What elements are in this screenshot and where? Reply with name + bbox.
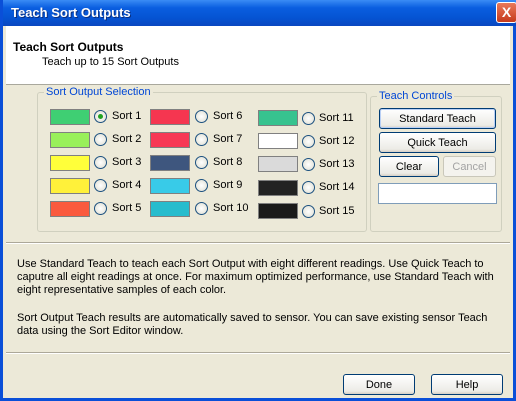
sort-8-label[interactable]: Sort 8	[213, 156, 242, 168]
header-title: Teach Sort Outputs	[13, 40, 124, 54]
sort-10-swatch	[150, 201, 190, 217]
sort-3-label[interactable]: Sort 3	[112, 156, 141, 168]
sort-13-radio[interactable]	[302, 158, 315, 171]
sort-4-label[interactable]: Sort 4	[112, 179, 141, 191]
sort-3-swatch	[50, 155, 90, 171]
sort-13-swatch	[258, 156, 298, 172]
lower-separator	[6, 352, 510, 354]
sort-8-radio[interactable]	[195, 156, 208, 169]
sort-6-label[interactable]: Sort 6	[213, 110, 242, 122]
sort-9-swatch	[150, 178, 190, 194]
sort-6-swatch	[150, 109, 190, 125]
sort-15-label[interactable]: Sort 15	[319, 205, 354, 217]
standard-teach-button[interactable]: Standard Teach	[379, 108, 496, 129]
close-icon: X	[501, 4, 512, 20]
sort-2-label[interactable]: Sort 2	[112, 133, 141, 145]
sort-9-radio[interactable]	[195, 179, 208, 192]
sort-13-label[interactable]: Sort 13	[319, 158, 354, 170]
sort-14-radio[interactable]	[302, 181, 315, 194]
upper-separator	[6, 242, 510, 244]
sort-10-label[interactable]: Sort 10	[213, 202, 248, 214]
quick-teach-button[interactable]: Quick Teach	[379, 132, 496, 153]
sort-7-label[interactable]: Sort 7	[213, 133, 242, 145]
sort-11-label[interactable]: Sort 11	[319, 112, 354, 124]
sort-7-swatch	[150, 132, 190, 148]
title-bar[interactable]: Teach Sort Outputs X	[3, 0, 516, 26]
sort-6-radio[interactable]	[195, 110, 208, 123]
sort-8-swatch	[150, 155, 190, 171]
sort-12-radio[interactable]	[302, 135, 315, 148]
info-paragraph-1: Use Standard Teach to teach each Sort Ou…	[17, 258, 494, 296]
sort-10-radio[interactable]	[195, 202, 208, 215]
info-paragraph-2: Sort Output Teach results are automatica…	[17, 312, 488, 337]
sort-2-swatch	[50, 132, 90, 148]
sort-5-radio[interactable]	[94, 202, 107, 215]
sort-7-radio[interactable]	[195, 133, 208, 146]
sort-1-label[interactable]: Sort 1	[112, 110, 141, 122]
sort-12-label[interactable]: Sort 12	[319, 135, 354, 147]
cancel-button[interactable]: Cancel	[443, 156, 496, 177]
header-subtitle: Teach up to 15 Sort Outputs	[42, 56, 179, 68]
sort-4-swatch	[50, 178, 90, 194]
sort-5-swatch	[50, 201, 90, 217]
sort-1-radio[interactable]	[94, 110, 107, 123]
sort-5-label[interactable]: Sort 5	[112, 202, 141, 214]
sort-14-label[interactable]: Sort 14	[319, 181, 354, 193]
sort-15-swatch	[258, 203, 298, 219]
sort-3-radio[interactable]	[94, 156, 107, 169]
sort-9-label[interactable]: Sort 9	[213, 179, 242, 191]
help-button[interactable]: Help	[431, 374, 503, 395]
teach-status-field[interactable]	[378, 183, 497, 204]
sort-1-swatch	[50, 109, 90, 125]
dialog-window: Teach Sort Outputs X Teach Sort Outputs …	[0, 0, 516, 401]
sort-4-radio[interactable]	[94, 179, 107, 192]
sort-11-radio[interactable]	[302, 112, 315, 125]
header-panel: Teach Sort Outputs Teach up to 15 Sort O…	[6, 26, 510, 85]
done-button[interactable]: Done	[343, 374, 415, 395]
teach-controls-legend: Teach Controls	[379, 90, 453, 102]
sort-12-swatch	[258, 133, 298, 149]
sort-11-swatch	[258, 110, 298, 126]
sort-2-radio[interactable]	[94, 133, 107, 146]
sort-output-selection-legend: Sort Output Selection	[46, 86, 151, 98]
clear-button[interactable]: Clear	[379, 156, 439, 177]
window-title: Teach Sort Outputs	[11, 5, 131, 20]
close-button[interactable]: X	[496, 2, 516, 23]
sort-14-swatch	[258, 180, 298, 196]
sort-15-radio[interactable]	[302, 205, 315, 218]
